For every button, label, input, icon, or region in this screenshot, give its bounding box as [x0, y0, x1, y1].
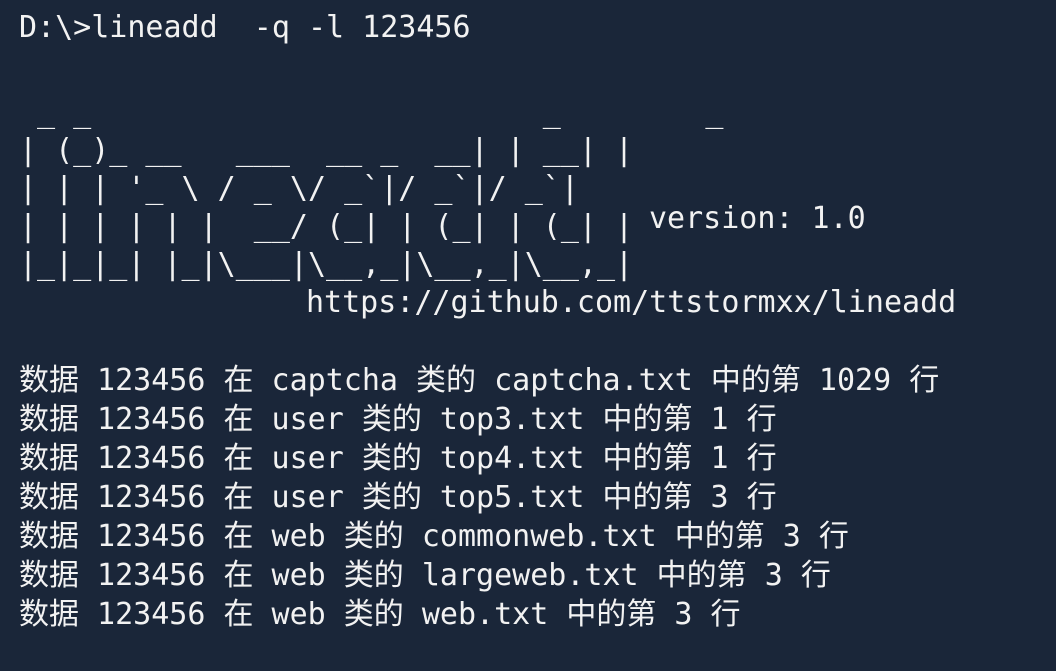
ascii-banner: _ _ _ _ | (_)_ __ ___ __ _ __| | __| | |…: [19, 93, 1056, 323]
results-list: 数据 123456 在 captcha 类的 captcha.txt 中的第 1…: [19, 361, 1056, 634]
result-line: 数据 123456 在 web 类的 commonweb.txt 中的第 3 行: [19, 519, 849, 554]
result-line: 数据 123456 在 web 类的 largeweb.txt 中的第 3 行: [19, 558, 831, 593]
banner-art-line: _ _ _ _: [19, 95, 724, 130]
banner-art-line: | (_)_ __ ___ __ _ __| | __| |: [19, 133, 634, 168]
command-text: lineadd -q -l 123456: [91, 10, 471, 45]
result-line: 数据 123456 在 web 类的 web.txt 中的第 3 行: [19, 597, 741, 632]
terminal-window[interactable]: D:\> lineadd -q -l 123456 _ _ _ _ | (_)_ …: [0, 0, 1056, 671]
result-line: 数据 123456 在 captcha 类的 captcha.txt 中的第 1…: [19, 363, 940, 398]
result-line: 数据 123456 在 user 类的 top5.txt 中的第 3 行: [19, 480, 777, 515]
repo-url: https://github.com/ttstormxx/lineadd: [306, 285, 957, 320]
version-text: version: 1.0: [649, 201, 866, 236]
banner-art-line: |_|_|_| |_|\___|\__,_|\__,_|\__,_|: [19, 247, 634, 282]
banner-art-line: | | | '_ \ / _ \/ _`|/ _`|/ _`|: [19, 171, 579, 206]
banner-art-line: | | | | | | __/ (_| | (_| | (_| |: [19, 209, 634, 244]
result-line: 数据 123456 在 user 类的 top3.txt 中的第 1 行: [19, 402, 777, 437]
command-line: D:\> lineadd -q -l 123456: [19, 8, 1056, 47]
prompt: D:\>: [19, 10, 92, 45]
result-line: 数据 123456 在 user 类的 top4.txt 中的第 1 行: [19, 441, 777, 476]
